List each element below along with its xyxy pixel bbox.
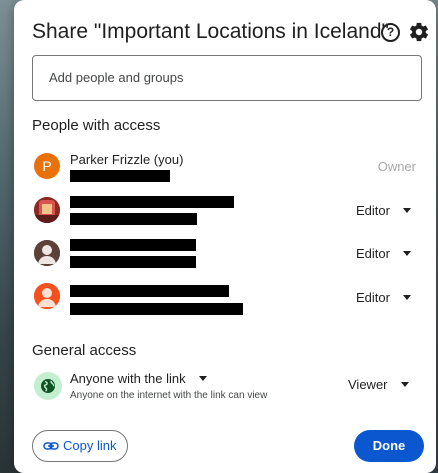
caret-down-icon <box>402 295 411 301</box>
caret-down-icon <box>402 208 411 214</box>
role-label: Editor <box>356 290 390 305</box>
caret-down-icon <box>400 382 409 388</box>
avatar <box>34 283 60 309</box>
role-label: Editor <box>356 203 390 218</box>
role-dropdown[interactable]: Editor <box>356 203 411 218</box>
person-name: Parker Frizzle (you) <box>70 152 184 167</box>
redacted-email <box>70 303 243 315</box>
role-label: Editor <box>356 246 390 261</box>
copy-link-label: Copy link <box>63 438 117 453</box>
access-label: Anyone with the link <box>70 371 186 386</box>
caret-down-icon <box>402 251 411 257</box>
redacted-email <box>70 170 170 182</box>
general-access-dropdown[interactable]: Anyone with the link <box>70 371 207 386</box>
general-access-heading: General access <box>32 342 137 359</box>
avatar <box>34 240 60 266</box>
link-icon <box>43 442 59 450</box>
people-with-access-heading: People with access <box>32 117 161 134</box>
help-icon[interactable]: ? <box>381 23 400 42</box>
redacted-email <box>70 256 196 268</box>
add-people-input[interactable]: Add people and groups <box>32 55 422 101</box>
globe-icon <box>34 372 62 400</box>
redacted-name <box>70 239 196 251</box>
avatar: P <box>34 153 60 179</box>
redacted-name <box>70 285 229 297</box>
copy-link-button[interactable]: Copy link <box>32 430 128 462</box>
gear-icon[interactable] <box>408 21 430 43</box>
viewer-role-dropdown[interactable]: Viewer <box>348 377 409 392</box>
done-button[interactable]: Done <box>354 430 424 462</box>
redacted-email <box>70 213 197 225</box>
dialog-title: Share "Important Locations in Iceland" <box>32 20 389 43</box>
share-dialog: Share "Important Locations in Iceland" ?… <box>14 0 436 473</box>
role-label: Viewer <box>348 377 388 392</box>
role-dropdown[interactable]: Editor <box>356 290 411 305</box>
caret-down-icon <box>198 376 207 382</box>
role-dropdown[interactable]: Editor <box>356 246 411 261</box>
owner-role: Owner <box>377 159 416 174</box>
access-description: Anyone on the internet with the link can… <box>70 390 268 401</box>
redacted-name <box>70 196 234 208</box>
avatar <box>34 197 60 223</box>
